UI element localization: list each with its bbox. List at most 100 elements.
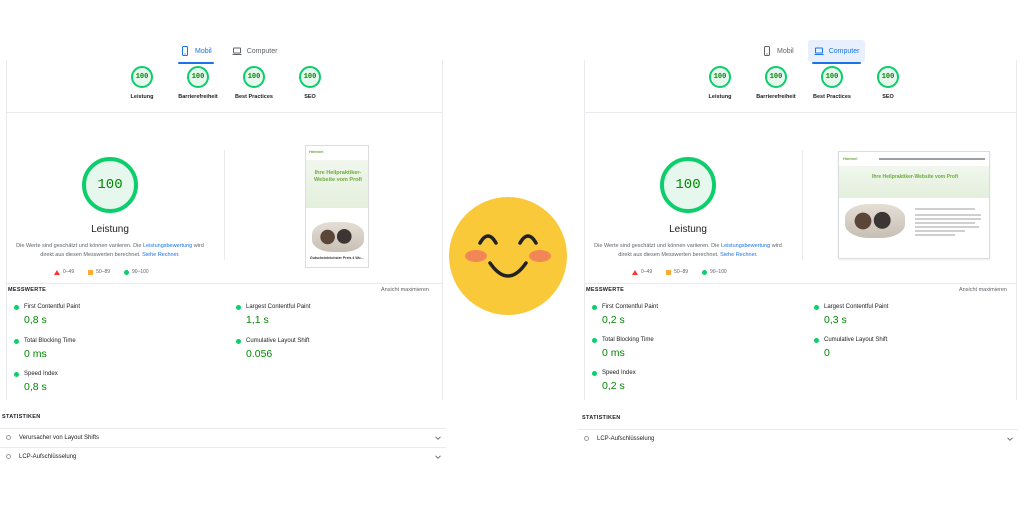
- metric-name: Cumulative Layout Shift: [824, 337, 888, 343]
- metric-fcp[interactable]: First Contentful Paint 0,2 s: [592, 304, 792, 326]
- smartphone-icon: [182, 46, 188, 56]
- score-label: Barrierefreiheit: [756, 94, 796, 100]
- text-line: [915, 208, 975, 210]
- triangle-icon: [54, 269, 60, 275]
- score-best-practices[interactable]: 100 Best Practices: [226, 66, 282, 100]
- statistics-title: STATISTIKEN: [2, 414, 41, 420]
- triangle-icon: [632, 269, 638, 275]
- metric-speed-index[interactable]: Speed Index 0,8 s: [14, 371, 214, 393]
- score-legend: 0–49 50–89 90–100: [632, 269, 727, 275]
- scoring-link[interactable]: Leistungsbewertung: [143, 243, 192, 249]
- metric-cls[interactable]: Cumulative Layout Shift 0.056: [236, 338, 436, 360]
- metric-tbt[interactable]: Total Blocking Time 0 ms: [14, 338, 214, 360]
- circle-icon: [14, 304, 19, 310]
- tab-mobile[interactable]: Mobil: [174, 40, 218, 64]
- mobile-report-panel: Mobil Computer 100 Leistung 100 Barrierefr…: [0, 0, 446, 470]
- score-label: SEO: [882, 94, 894, 100]
- stat-row-lcp-breakdown[interactable]: LCP-Aufschlüsselung: [0, 447, 446, 465]
- hero-title: Ihre Heilpraktiker-Website vom Profi: [871, 174, 959, 180]
- metric-name: Speed Index: [602, 370, 636, 376]
- calculator-link[interactable]: Siehe Rechner.: [720, 252, 758, 258]
- hero-section: [839, 166, 989, 198]
- desktop-screenshot[interactable]: Himmel Ihre Heilpraktiker-Website vom Pr…: [838, 151, 990, 259]
- circle-icon: [814, 337, 819, 343]
- chevron-down-icon: [435, 455, 441, 459]
- metric-tbt[interactable]: Total Blocking Time 0 ms: [592, 337, 792, 359]
- panel-border: [1016, 60, 1017, 400]
- score-seo[interactable]: 100 SEO: [282, 66, 338, 100]
- score-gauge: 100: [299, 66, 321, 88]
- performance-score-gauge: 100: [82, 157, 138, 213]
- square-icon: [88, 269, 94, 275]
- mobile-screenshot[interactable]: Himmel Ihre Heilpraktiker-Website vom Pr…: [305, 145, 369, 268]
- expand-view-toggle[interactable]: Ansicht maximieren: [381, 287, 429, 293]
- legend-fail: 0–49: [632, 269, 652, 275]
- stat-row-lcp-breakdown[interactable]: LCP-Aufschlüsselung: [578, 429, 1018, 447]
- metric-cls[interactable]: Cumulative Layout Shift 0: [814, 337, 1014, 359]
- site-logo: Himmel: [309, 149, 324, 154]
- score-accessibility[interactable]: 100 Barrierefreiheit: [748, 66, 804, 100]
- score-gauge: 100: [821, 66, 843, 88]
- desktop-report-panel: Mobil Computer 100 Leistung 100 Barrierefr…: [578, 0, 1024, 470]
- metric-lcp[interactable]: Largest Contentful Paint 0,3 s: [814, 304, 1014, 326]
- metric-value: 0,2 s: [602, 380, 625, 392]
- score-label: Leistung: [708, 94, 732, 100]
- stat-label: LCP-Aufschlüsselung: [597, 435, 655, 442]
- circle-outline-icon: [6, 454, 11, 459]
- metric-value: 0 ms: [24, 348, 47, 360]
- scoring-link[interactable]: Leistungsbewertung: [721, 243, 770, 249]
- site-logo: Himmel: [843, 156, 858, 161]
- legend-fail: 0–49: [54, 269, 74, 275]
- square-icon: [666, 269, 672, 275]
- metric-speed-index[interactable]: Speed Index 0,2 s: [592, 370, 792, 392]
- stat-row-layout-shifts[interactable]: Verursacher von Layout Shifts: [0, 428, 446, 446]
- score-gauge: 100: [877, 66, 899, 88]
- panel-border: [584, 60, 585, 400]
- panel-border: [442, 60, 443, 400]
- text-line: [915, 222, 975, 224]
- statistics-title: STATISTIKEN: [582, 415, 621, 421]
- score-gauge: 100: [765, 66, 787, 88]
- panel-border: [6, 60, 7, 400]
- divider: [224, 150, 225, 260]
- device-tabs: Mobil Computer: [756, 40, 866, 64]
- metrics-title: MESSWERTE: [586, 287, 625, 293]
- tab-label: Mobil: [777, 47, 794, 55]
- score-seo[interactable]: 100 SEO: [860, 66, 916, 100]
- performance-label: Leistung: [91, 224, 129, 235]
- smartphone-icon: [764, 46, 770, 56]
- tab-computer[interactable]: Computer: [807, 40, 866, 64]
- laptop-icon: [814, 47, 824, 55]
- score-label: Barrierefreiheit: [178, 94, 218, 100]
- performance-label: Leistung: [669, 224, 707, 235]
- device-tabs: Mobil Computer: [174, 40, 284, 64]
- score-best-practices[interactable]: 100 Best Practices: [804, 66, 860, 100]
- text-line: [915, 230, 965, 232]
- stat-label: Verursacher von Layout Shifts: [19, 434, 100, 441]
- metric-fcp[interactable]: First Contentful Paint 0,8 s: [14, 304, 214, 326]
- metric-name: Total Blocking Time: [602, 337, 654, 343]
- text-line: [915, 226, 979, 228]
- score-accessibility[interactable]: 100 Barrierefreiheit: [170, 66, 226, 100]
- score-performance[interactable]: 100 Leistung: [114, 66, 170, 100]
- hero-section: [306, 160, 368, 208]
- metric-name: Largest Contentful Paint: [824, 304, 889, 310]
- metric-value: 0,2 s: [602, 314, 625, 326]
- hero-photo: [845, 204, 905, 238]
- score-label: Best Practices: [813, 94, 851, 100]
- tab-computer[interactable]: Computer: [226, 40, 284, 62]
- score-performance[interactable]: 100 Leistung: [692, 66, 748, 100]
- expand-view-toggle[interactable]: Ansicht maximieren: [959, 287, 1007, 293]
- score-legend: 0–49 50–89 90–100: [54, 269, 149, 275]
- calculator-link[interactable]: Siehe Rechner.: [142, 252, 180, 258]
- tab-label: Computer: [246, 47, 278, 55]
- divider: [584, 112, 1016, 113]
- tab-label: Computer: [828, 47, 860, 55]
- performance-score-gauge: 100: [660, 157, 716, 213]
- metric-name: Speed Index: [24, 371, 58, 377]
- tab-mobile[interactable]: Mobil: [756, 40, 800, 62]
- metric-lcp[interactable]: Largest Contentful Paint 1,1 s: [236, 304, 436, 326]
- metric-value: 0 ms: [602, 347, 625, 359]
- text-line: [915, 218, 981, 220]
- hero-title: Ihre Heilpraktiker-Website vom Profi: [314, 170, 362, 183]
